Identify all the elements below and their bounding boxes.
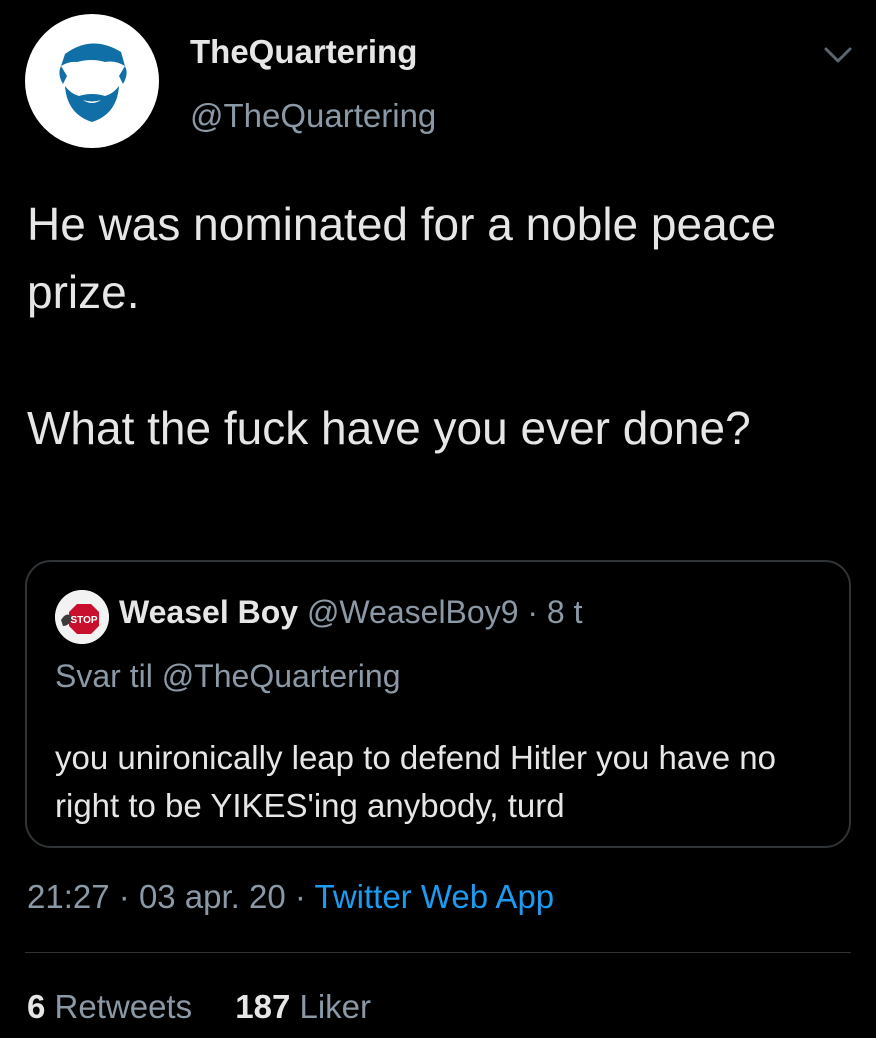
quoted-author-avatar[interactable]: STOP: [55, 590, 109, 644]
tweet-paragraph: He was nominated for a noble peace prize…: [27, 198, 777, 318]
replying-to-label: Svar til @TheQuartering: [55, 658, 401, 694]
separator-dot: ·: [118, 878, 130, 915]
tweet-card: TheQuartering @TheQuartering He was nomi…: [0, 0, 876, 1038]
tweet-date[interactable]: 03 apr. 20: [139, 878, 286, 915]
separator-dot: ·: [527, 594, 539, 630]
quoted-tweet-header: Weasel Boy @WeaselBoy9 · 8 t: [119, 594, 583, 631]
divider: [25, 952, 851, 953]
tweet-stats: 6 Retweets 187 Liker: [27, 988, 371, 1026]
tweet-time[interactable]: 21:27: [27, 878, 110, 915]
author-avatar[interactable]: [25, 14, 159, 148]
likes-label: Liker: [299, 988, 372, 1025]
author-handle[interactable]: @TheQuartering: [190, 97, 436, 135]
author-name[interactable]: TheQuartering: [190, 33, 417, 71]
quoted-tweet[interactable]: STOP Weasel Boy @WeaselBoy9 · 8 t Svar t…: [25, 560, 851, 848]
likes-count: 187: [235, 988, 291, 1025]
chevron-down-icon[interactable]: [818, 40, 858, 70]
quoted-author-name[interactable]: Weasel Boy: [119, 594, 298, 630]
separator-dot: ·: [294, 878, 306, 915]
quoted-author-handle[interactable]: @WeaselBoy9: [307, 594, 519, 630]
quoted-tweet-text: you unironically leap to defend Hitler y…: [55, 739, 776, 824]
bearded-man-icon: [59, 43, 127, 122]
tweet-text: He was nominated for a noble peace prize…: [27, 190, 847, 462]
tweet-paragraph: What the fuck have you ever done?: [27, 402, 751, 454]
tweet-source-link[interactable]: Twitter Web App: [314, 878, 554, 915]
stop-sign-icon: STOP: [55, 590, 109, 644]
tweet-meta: 21:27 · 03 apr. 20 · Twitter Web App: [27, 878, 554, 916]
likes-stat[interactable]: 187 Liker: [235, 988, 371, 1025]
retweets-stat[interactable]: 6 Retweets: [27, 988, 201, 1025]
svg-text:STOP: STOP: [70, 615, 97, 626]
quoted-tweet-time[interactable]: 8 t: [547, 594, 583, 630]
retweets-label: Retweets: [54, 988, 193, 1025]
retweets-count: 6: [27, 988, 46, 1025]
